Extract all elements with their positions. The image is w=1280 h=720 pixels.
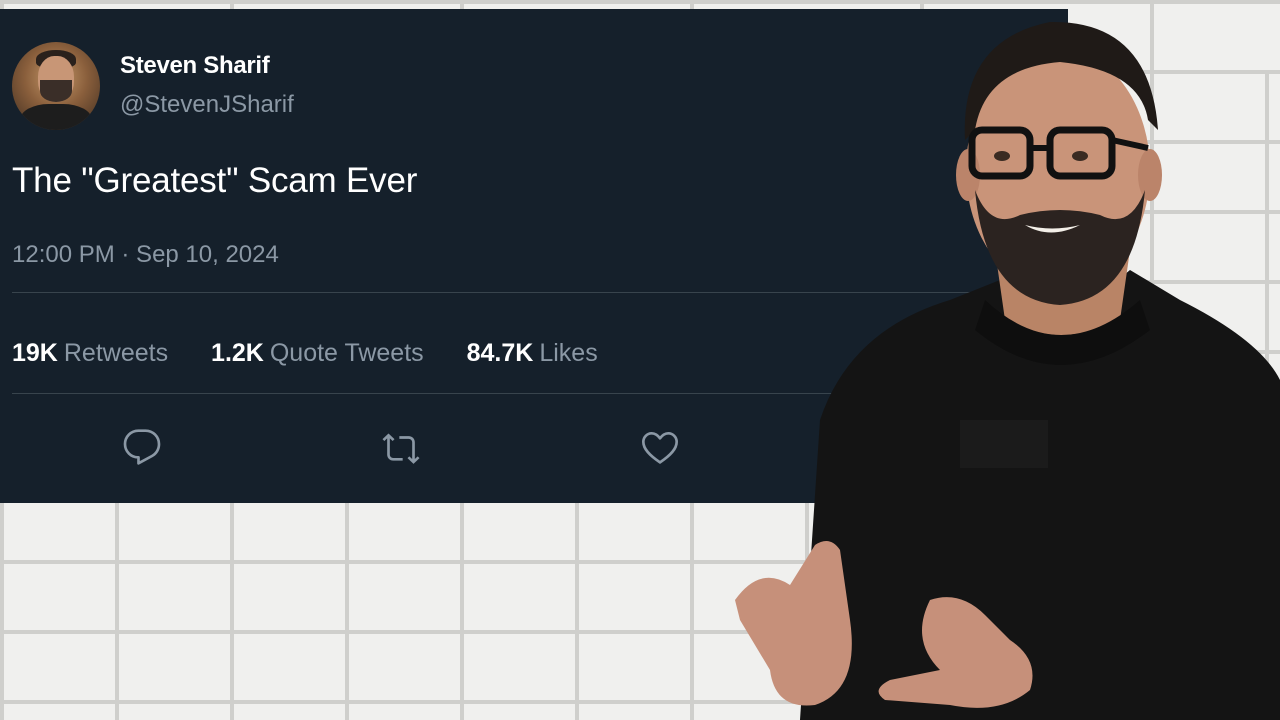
like-button[interactable] — [640, 427, 680, 467]
likes-count: 84.7K — [466, 339, 534, 367]
quote-tweets-count: 1.2K — [211, 339, 264, 367]
retweet-icon — [382, 433, 420, 464]
reply-icon — [123, 429, 161, 465]
author-handle[interactable]: @StevenJSharif — [120, 91, 294, 119]
author-name[interactable]: Steven Sharif — [120, 52, 270, 80]
quote-tweets-label: Quote Tweets — [269, 339, 424, 367]
retweet-button[interactable] — [381, 427, 421, 467]
presenter-photo — [735, 21, 1280, 720]
like-icon — [642, 432, 678, 464]
quote-tweets-stat[interactable]: 1.2K Quote Tweets — [211, 339, 424, 368]
tweet-stats: 19K Retweets 1.2K Quote Tweets 84.7K Likes — [12, 339, 634, 368]
retweets-label: Retweets — [63, 339, 169, 367]
avatar[interactable] — [12, 42, 100, 130]
likes-label: Likes — [539, 339, 598, 367]
retweets-stat[interactable]: 19K Retweets — [12, 339, 168, 368]
reply-button[interactable] — [122, 427, 162, 467]
retweets-count: 19K — [12, 339, 58, 367]
tweet-text: The "Greatest" Scam Ever — [12, 161, 418, 200]
likes-stat[interactable]: 84.7K Likes — [467, 339, 598, 368]
tweet-timestamp[interactable]: 12:00 PM · Sep 10, 2024 — [12, 241, 279, 269]
